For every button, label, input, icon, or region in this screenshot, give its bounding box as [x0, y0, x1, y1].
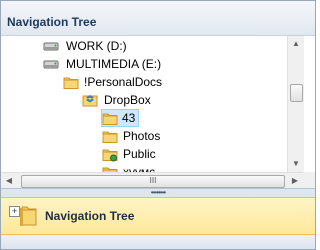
- tree-item-label: Public: [123, 147, 156, 161]
- vertical-scrollbar[interactable]: ▲ ▼: [287, 36, 304, 172]
- folder-tree: WORK (D:) MULTIMEDIA (E:) !PersonalDocs …: [1, 36, 287, 172]
- tree-item-partial[interactable]: хуумс: [1, 163, 287, 172]
- tree-item-work-drive[interactable]: WORK (D:): [1, 37, 287, 55]
- tree-item-43-selected[interactable]: 43: [101, 109, 139, 127]
- panel-label: Navigation Tree: [45, 209, 135, 223]
- pane-splitter[interactable]: ••••••••: [1, 188, 315, 198]
- scrollbar-corner: [303, 172, 315, 188]
- navigation-tree-pane: Navigation Tree WORK (D:) MULTIMEDIA (E:…: [0, 0, 316, 250]
- folder-icon: [102, 110, 118, 126]
- scroll-left-arrow-icon[interactable]: ◀: [1, 173, 17, 189]
- pane-title: Navigation Tree: [7, 15, 97, 29]
- tree-item-label: MULTIMEDIA (E:): [66, 57, 162, 71]
- tree-item-public[interactable]: Public: [1, 145, 287, 163]
- scroll-down-arrow-icon[interactable]: ▼: [288, 156, 304, 172]
- tree-item-personaldocs[interactable]: !PersonalDocs: [1, 73, 287, 91]
- tree-item-label: !PersonalDocs: [84, 75, 163, 89]
- folder-icon: [102, 164, 118, 172]
- tree-item-photos[interactable]: Photos: [1, 127, 287, 145]
- tree-item-dropbox[interactable]: DropBox: [1, 91, 287, 109]
- folder-icon: [63, 74, 79, 90]
- public-folder-icon: [102, 146, 118, 162]
- drive-icon: [43, 56, 59, 72]
- scroll-right-arrow-icon[interactable]: ▶: [287, 173, 303, 189]
- tree-item-label: DropBox: [104, 93, 151, 107]
- pane-header: Navigation Tree: [1, 1, 315, 36]
- collapsed-panel-navigation-tree[interactable]: + Navigation Tree: [1, 198, 315, 235]
- horizontal-scroll-thumb[interactable]: III: [21, 175, 285, 188]
- folder-icon: [19, 204, 39, 228]
- drive-icon: [43, 38, 59, 54]
- tree-item-label: 43: [122, 111, 136, 125]
- vertical-scroll-thumb[interactable]: [290, 84, 303, 102]
- horizontal-scrollbar[interactable]: ◀ III ▶: [1, 172, 303, 189]
- scroll-up-arrow-icon[interactable]: ▲: [288, 36, 304, 52]
- scroll-thumb-grip: III: [149, 176, 157, 185]
- tree-item-label: Photos: [123, 129, 161, 143]
- tree-item-multimedia-drive[interactable]: MULTIMEDIA (E:): [1, 55, 287, 73]
- splitter-grip[interactable]: ••••••••: [138, 189, 178, 197]
- tree-item-label: WORK (D:): [66, 39, 127, 53]
- folder-icon: [102, 128, 118, 144]
- dropbox-folder-icon: [82, 92, 98, 108]
- tree-item-label: хуумс: [123, 165, 156, 172]
- pane-footer: [1, 235, 315, 249]
